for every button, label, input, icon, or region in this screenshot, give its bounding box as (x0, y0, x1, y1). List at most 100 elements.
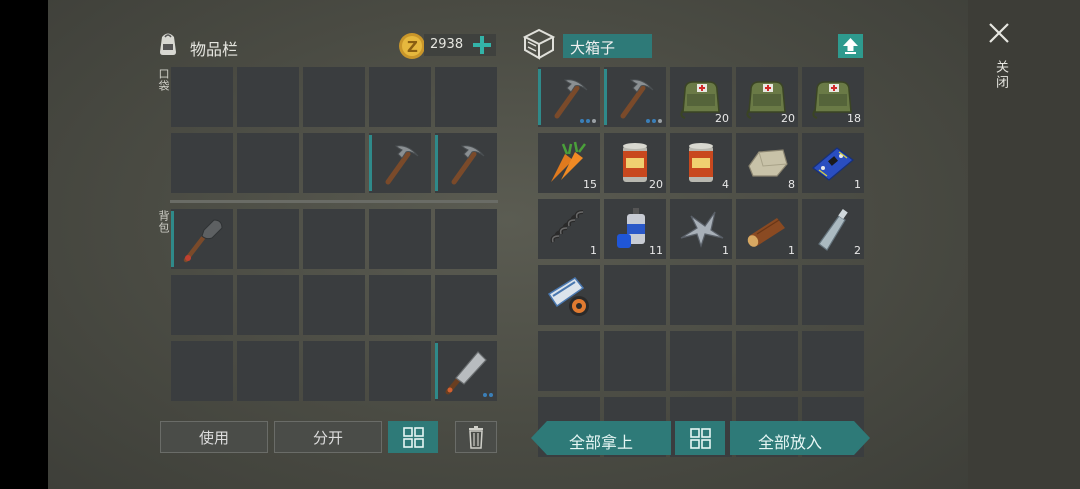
backpack-slot[interactable] (435, 209, 497, 269)
container-slot[interactable] (538, 331, 600, 391)
svg-text:Z: Z (407, 38, 418, 56)
container-slot[interactable]: 11 (604, 199, 666, 259)
backpack-slot[interactable] (435, 341, 497, 401)
backpack-slot[interactable] (369, 275, 431, 335)
durability-bar (538, 69, 541, 125)
pocket-slot[interactable] (369, 133, 431, 193)
item-count: 18 (847, 112, 861, 125)
container-slot[interactable] (670, 265, 732, 325)
backpack-slot[interactable] (369, 209, 431, 269)
item-count: 1 (590, 244, 597, 257)
trash-icon (469, 426, 483, 449)
coin-icon: Z (398, 32, 426, 60)
container-slot[interactable]: 8 (736, 133, 798, 193)
close-label: 关闭 (993, 60, 1008, 90)
container-title: 大箱子 (570, 39, 616, 57)
container-slot[interactable] (604, 265, 666, 325)
container-slot[interactable] (604, 331, 666, 391)
quality-dots (580, 119, 596, 123)
container-slot[interactable] (670, 331, 732, 391)
item-count: 20 (649, 178, 663, 191)
sort-up-button[interactable] (838, 34, 863, 58)
backpack-slot[interactable] (171, 275, 233, 335)
quality-dots (646, 119, 662, 123)
backpack-slot[interactable] (303, 341, 365, 401)
container-slot[interactable]: 15 (538, 133, 600, 193)
coin-count: 2938 (430, 37, 464, 52)
close-button[interactable]: 关闭 (986, 20, 1012, 100)
pocket-label: 口袋 (157, 68, 170, 92)
item-count: 1 (788, 244, 795, 257)
right-sidebar (968, 0, 1080, 489)
container-slot[interactable]: 4 (670, 133, 732, 193)
container-slot[interactable] (802, 265, 864, 325)
item-count: 2 (854, 244, 861, 257)
backpack-slot[interactable] (435, 275, 497, 335)
item-count: 1 (854, 178, 861, 191)
inventory-sort-button[interactable] (388, 421, 438, 453)
container-slot[interactable] (604, 67, 666, 127)
item-count: 1 (722, 244, 729, 257)
item-count: 8 (788, 178, 795, 191)
pocket-slot[interactable] (237, 67, 299, 127)
container-slot[interactable]: 18 (802, 67, 864, 127)
pocket-slot[interactable] (237, 133, 299, 193)
pocket-slot[interactable] (369, 67, 431, 127)
take-all-label: 全部拿上 (569, 433, 634, 452)
put-all-button[interactable]: 全部放入 (730, 421, 870, 455)
container-slot[interactable] (538, 265, 600, 325)
item-count: 15 (583, 178, 597, 191)
inventory-title: 物品栏 (190, 40, 239, 59)
backpack-icon (155, 30, 181, 56)
box-icon (522, 28, 556, 60)
pocket-slot[interactable] (303, 67, 365, 127)
backpack-slot[interactable] (237, 209, 299, 269)
plus-icon (473, 36, 491, 54)
backpack-slot[interactable] (171, 341, 233, 401)
container-slot[interactable]: 20 (670, 67, 732, 127)
pocket-slot[interactable] (435, 133, 497, 193)
grid-sort-icon (690, 428, 711, 449)
container-slot[interactable]: 20 (736, 67, 798, 127)
durability-bar (171, 211, 174, 267)
split-button[interactable]: 分开 (274, 421, 382, 453)
durability-bar (369, 135, 372, 191)
arrow-up-icon (843, 38, 858, 54)
container-slot[interactable]: 1 (736, 199, 798, 259)
durability-bar (604, 69, 607, 125)
pocket-slot[interactable] (435, 67, 497, 127)
trash-button[interactable] (455, 421, 497, 453)
container-slot[interactable]: 1 (802, 133, 864, 193)
pocket-backpack-divider (170, 200, 498, 203)
item-count: 20 (715, 112, 729, 125)
backpack-slot[interactable] (171, 209, 233, 269)
use-button[interactable]: 使用 (160, 421, 268, 453)
quality-dots (483, 393, 493, 397)
item-count: 4 (722, 178, 729, 191)
backpack-slot[interactable] (237, 341, 299, 401)
container-sort-button[interactable] (675, 421, 725, 455)
item-count: 11 (649, 244, 663, 257)
container-slot[interactable]: 20 (604, 133, 666, 193)
container-slot[interactable]: 1 (670, 199, 732, 259)
item-count: 20 (781, 112, 795, 125)
backpack-slot[interactable] (303, 275, 365, 335)
pocket-slot[interactable] (171, 67, 233, 127)
container-slot[interactable] (736, 331, 798, 391)
container-slot[interactable] (736, 265, 798, 325)
backpack-slot[interactable] (237, 275, 299, 335)
container-slot[interactable]: 1 (538, 199, 600, 259)
close-icon (989, 23, 1009, 43)
pocket-slot[interactable] (171, 133, 233, 193)
container-slot[interactable] (538, 67, 600, 127)
take-all-button[interactable]: 全部拿上 (531, 421, 671, 455)
pocket-slot[interactable] (303, 133, 365, 193)
durability-bar (435, 343, 438, 399)
backpack-slot[interactable] (303, 209, 365, 269)
add-coins-button[interactable] (470, 33, 494, 57)
container-slot[interactable] (802, 331, 864, 391)
backpack-slot[interactable] (369, 341, 431, 401)
container-slot[interactable]: 2 (802, 199, 864, 259)
put-all-label: 全部放入 (758, 433, 823, 452)
backpack-label: 背包 (157, 210, 170, 234)
